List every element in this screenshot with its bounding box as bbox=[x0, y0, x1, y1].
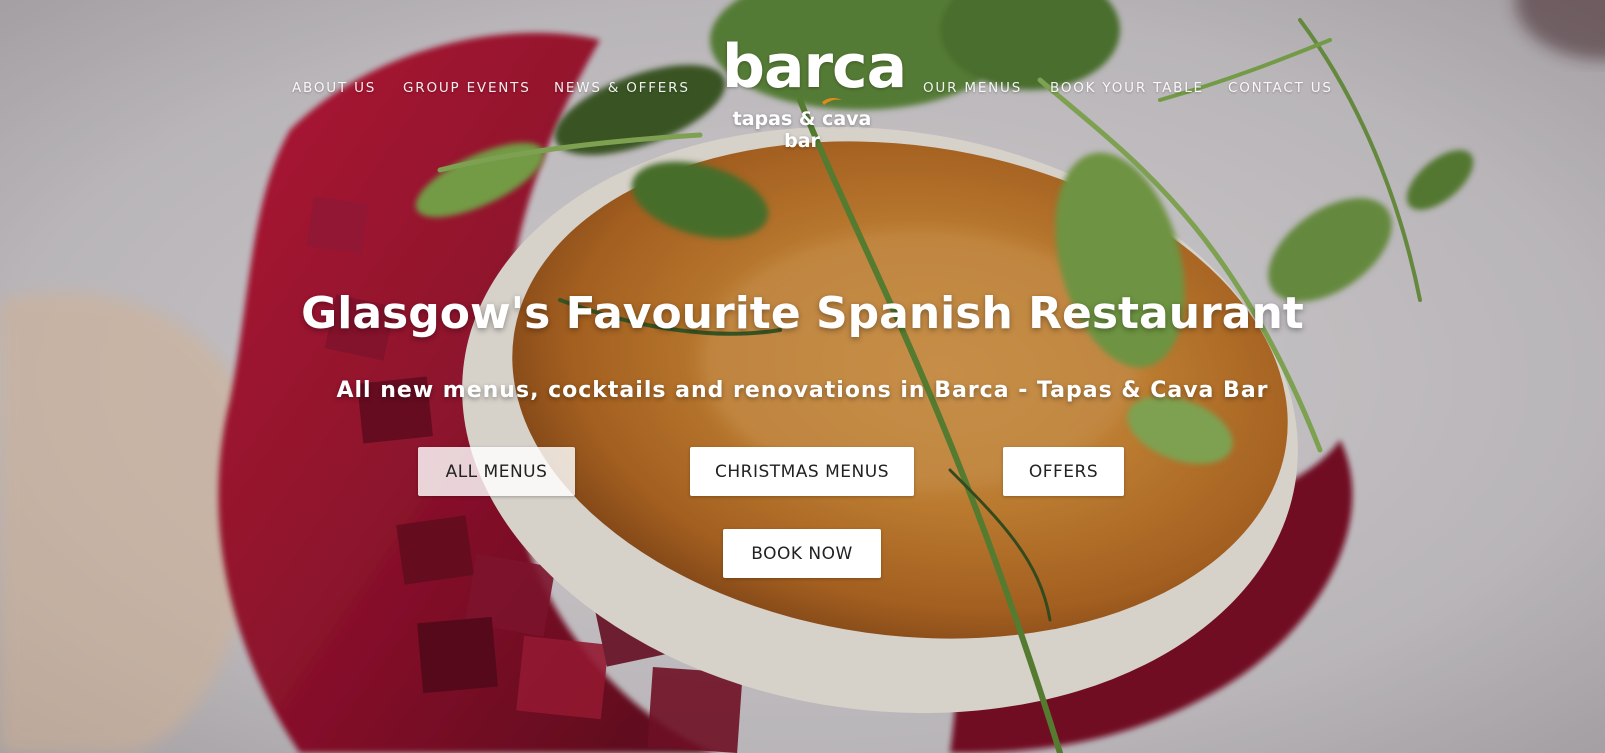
book-now-button[interactable]: BOOK NOW bbox=[723, 529, 881, 578]
logo-wordmark: barca bbox=[722, 32, 907, 102]
main-navigation: ABOUT US GROUP EVENTS NEWS & OFFERS barc… bbox=[0, 0, 1605, 152]
hero-section: ABOUT US GROUP EVENTS NEWS & OFFERS barc… bbox=[0, 0, 1605, 753]
offers-button[interactable]: OFFERS bbox=[1003, 447, 1124, 496]
logo-tagline: tapas & cava bar bbox=[732, 108, 872, 152]
christmas-menus-button[interactable]: CHRISTMAS MENUS bbox=[690, 447, 914, 496]
nav-news-offers[interactable]: NEWS & OFFERS bbox=[554, 80, 690, 96]
nav-our-menus[interactable]: OUR MENUS bbox=[923, 80, 1022, 96]
hero-title: Glasgow's Favourite Spanish Restaurant bbox=[301, 288, 1304, 339]
all-menus-button[interactable]: ALL MENUS bbox=[418, 447, 575, 496]
barca-logo[interactable]: barca tapas & cava bar bbox=[722, 32, 907, 152]
nav-book-your-table[interactable]: BOOK YOUR TABLE bbox=[1050, 80, 1204, 96]
hero-subtitle: All new menus, cocktails and renovations… bbox=[336, 378, 1269, 403]
nav-contact-us[interactable]: CONTACT US bbox=[1228, 80, 1333, 96]
logo-swoosh-icon bbox=[822, 97, 842, 105]
nav-about-us[interactable]: ABOUT US bbox=[292, 80, 376, 96]
nav-group-events[interactable]: GROUP EVENTS bbox=[403, 80, 531, 96]
